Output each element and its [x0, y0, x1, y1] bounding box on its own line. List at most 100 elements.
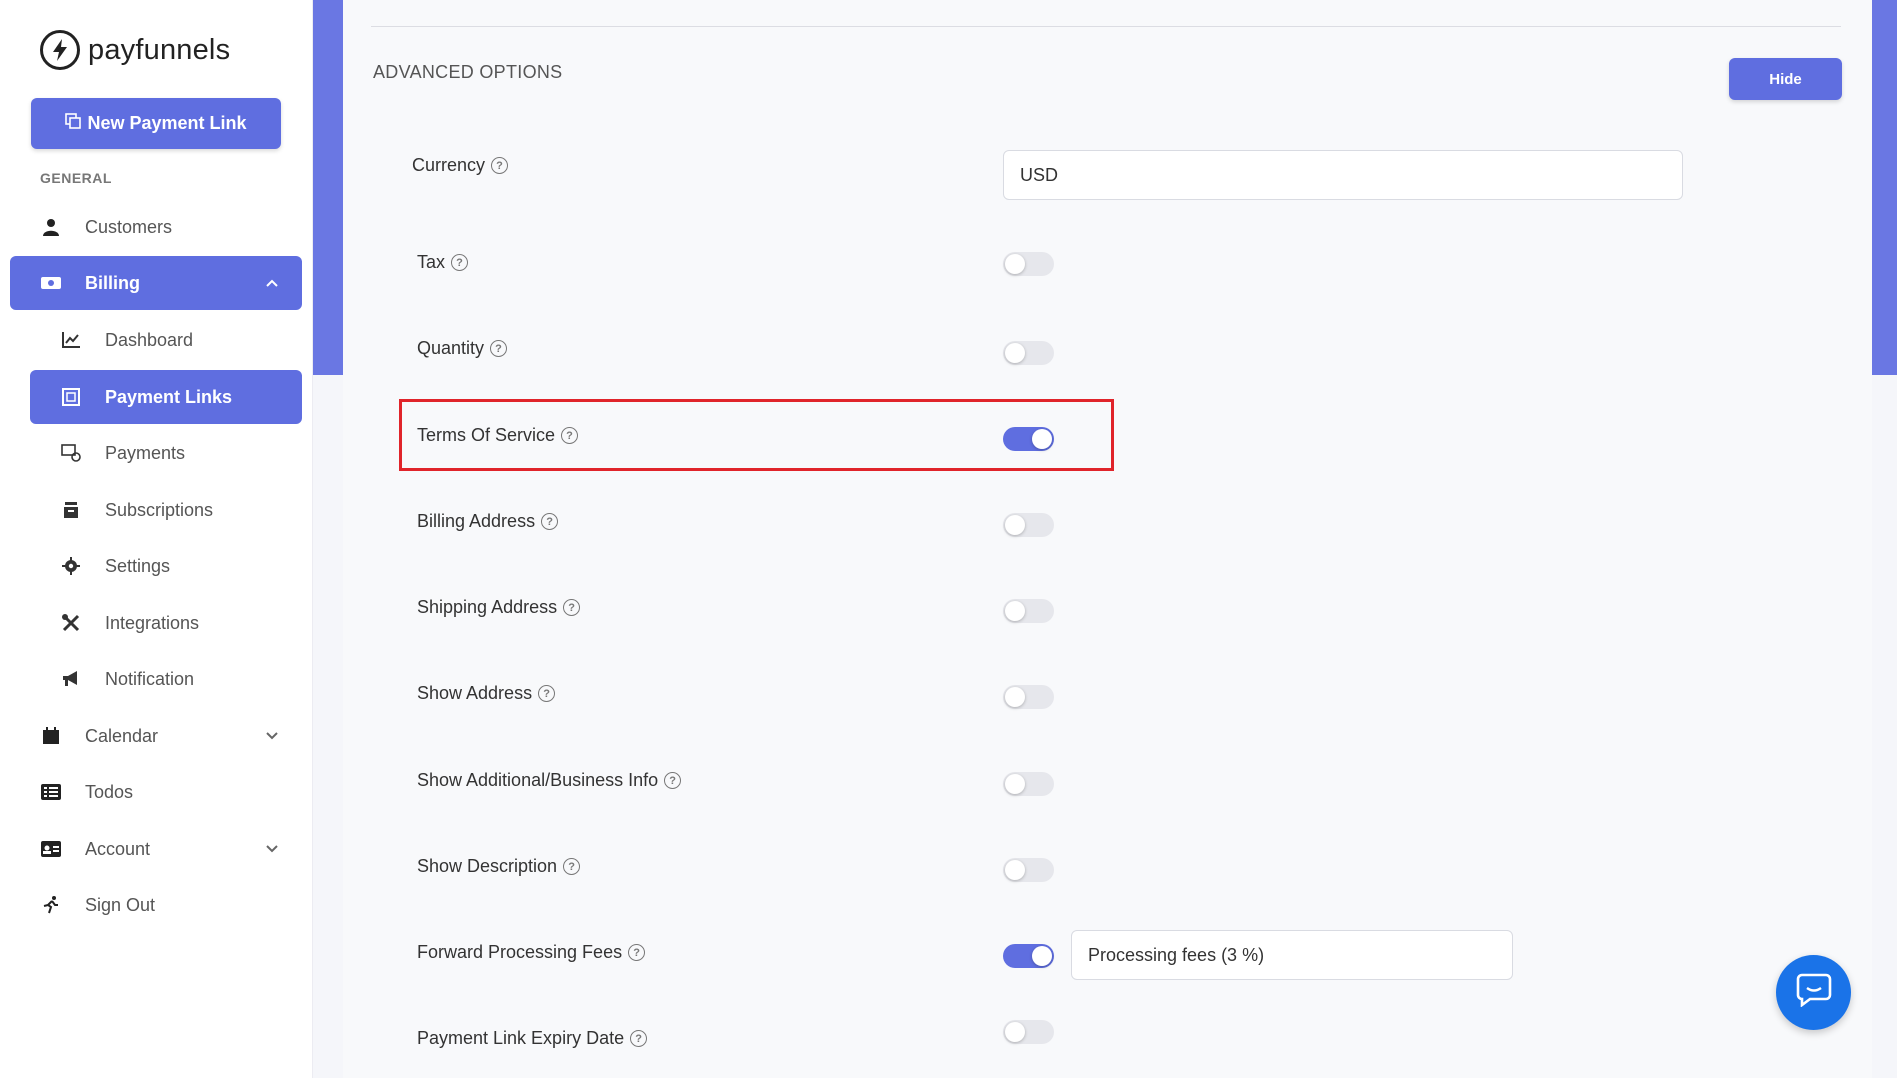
show-description-toggle[interactable]: [1003, 858, 1054, 882]
sidebar-item-label: Calendar: [85, 725, 159, 746]
help-circle-icon[interactable]: ?: [490, 340, 508, 357]
forward-processing-fees-label-text: Forward Processing Fees: [417, 942, 623, 962]
copy-icon: [65, 113, 82, 134]
highlight-box: [399, 399, 1114, 471]
help-circle-icon[interactable]: ?: [541, 513, 559, 530]
help-circle-icon[interactable]: ?: [491, 157, 509, 174]
sidebar-item-label: Payments: [105, 442, 186, 463]
id-card-icon: [40, 838, 62, 860]
payment-link-expiry-date-label: Payment Link Expiry Date ?: [417, 1028, 648, 1049]
payment-link-expiry-date-label-text: Payment Link Expiry Date: [417, 1028, 625, 1048]
user-icon: [40, 216, 62, 238]
sidebar: payfunnels New Payment Link GENERAL Cust…: [0, 0, 313, 1078]
forward-processing-fees-label: Forward Processing Fees ?: [417, 942, 646, 963]
sidebar-item-settings[interactable]: Settings: [30, 539, 302, 593]
tools-icon: [60, 612, 82, 634]
tax-label: Tax ?: [417, 252, 469, 273]
sidebar-item-label: Sign Out: [85, 894, 156, 915]
sidebar-item-integrations[interactable]: Integrations: [30, 596, 302, 650]
billing-address-label: Billing Address ?: [417, 511, 559, 532]
sidebar-item-payments[interactable]: Payments: [30, 426, 302, 480]
currency-value: USD: [1020, 164, 1059, 185]
toggle-knob: [1005, 601, 1025, 621]
sidebar-item-label: Settings: [105, 555, 171, 576]
advanced-options-panel: ADVANCED OPTIONS Hide Currency ? USD Tax…: [343, 0, 1872, 1078]
sidebar-item-subscriptions[interactable]: Subscriptions: [30, 483, 302, 537]
toggle-knob: [1005, 343, 1025, 363]
toggle-knob: [1005, 254, 1025, 274]
toggle-knob: [1005, 860, 1025, 880]
show-description-label-text: Show Description: [417, 856, 558, 876]
chat-support-button[interactable]: [1776, 955, 1851, 1030]
sidebar-item-label: Integrations: [105, 612, 200, 633]
megaphone-icon: [60, 668, 82, 690]
help-circle-icon[interactable]: ?: [563, 858, 581, 875]
sidebar-item-label: Billing: [85, 272, 140, 293]
currency-label-text: Currency: [412, 155, 486, 175]
currency-input[interactable]: USD: [1003, 150, 1683, 200]
tax-label-text: Tax: [417, 252, 446, 272]
sidebar-item-label: Payment Links: [105, 386, 233, 407]
sidebar-item-label: Dashboard: [105, 329, 194, 350]
link-box-icon: [60, 386, 82, 408]
gear-icon: [60, 555, 82, 577]
payment-link-expiry-date-toggle[interactable]: [1003, 1020, 1054, 1044]
quantity-toggle[interactable]: [1003, 341, 1054, 365]
section-label-general: GENERAL: [40, 170, 112, 186]
sidebar-item-sign-out[interactable]: Sign Out: [10, 878, 302, 932]
sidebar-item-dashboard[interactable]: Dashboard: [30, 313, 302, 367]
sidebar-item-label: Subscriptions: [105, 499, 214, 520]
help-circle-icon[interactable]: ?: [628, 944, 646, 961]
tax-toggle[interactable]: [1003, 252, 1054, 276]
new-payment-link-label: New Payment Link: [87, 113, 247, 133]
header-band-left: [313, 0, 343, 375]
help-circle-icon[interactable]: ?: [664, 772, 682, 789]
shipping-address-toggle[interactable]: [1003, 599, 1054, 623]
help-circle-icon[interactable]: ?: [563, 599, 581, 616]
quantity-label-text: Quantity: [417, 338, 485, 358]
currency-label: Currency ?: [412, 155, 509, 176]
divider: [371, 26, 1841, 27]
quantity-label: Quantity ?: [417, 338, 508, 359]
new-payment-link-button[interactable]: New Payment Link: [31, 98, 281, 149]
sidebar-item-label: Notification: [105, 668, 195, 689]
show-additional-info-toggle[interactable]: [1003, 772, 1054, 796]
sidebar-item-label: Account: [85, 838, 151, 859]
show-address-label: Show Address ?: [417, 683, 556, 704]
help-circle-icon[interactable]: ?: [451, 254, 469, 271]
sidebar-item-customers[interactable]: Customers: [10, 200, 302, 254]
toggle-knob: [1005, 774, 1025, 794]
section-title: ADVANCED OPTIONS: [373, 62, 563, 82]
toggle-knob: [1032, 946, 1052, 966]
running-person-icon: [40, 894, 62, 916]
show-additional-info-label-text: Show Additional/Business Info: [417, 770, 659, 790]
toggle-knob: [1005, 515, 1025, 535]
header-band-right: [1872, 0, 1897, 375]
chart-line-icon: [60, 329, 82, 351]
sidebar-item-account[interactable]: Account: [10, 822, 302, 876]
show-address-label-text: Show Address: [417, 683, 533, 703]
sidebar-item-label: Todos: [85, 781, 134, 802]
sidebar-item-notification[interactable]: Notification: [30, 652, 302, 706]
show-additional-info-label: Show Additional/Business Info ?: [417, 770, 682, 791]
hide-button[interactable]: Hide: [1729, 58, 1842, 100]
forward-processing-fees-toggle[interactable]: [1003, 944, 1054, 968]
sidebar-item-calendar[interactable]: Calendar: [10, 709, 302, 763]
toggle-knob: [1005, 687, 1025, 707]
archive-icon: [60, 499, 82, 521]
help-circle-icon[interactable]: ?: [630, 1030, 648, 1047]
toggle-knob: [1005, 1022, 1025, 1042]
lightning-bolt-icon: [40, 30, 80, 70]
billing-address-toggle[interactable]: [1003, 513, 1054, 537]
sidebar-item-payment-links[interactable]: Payment Links: [30, 370, 302, 424]
sidebar-item-todos[interactable]: Todos: [10, 765, 302, 819]
show-address-toggle[interactable]: [1003, 685, 1054, 709]
list-icon: [40, 781, 62, 803]
processing-fees-input[interactable]: Processing fees (3 %): [1071, 930, 1513, 980]
chat-bubble-icon: [1796, 973, 1832, 1012]
chevron-up-icon: [264, 275, 280, 291]
help-circle-icon[interactable]: ?: [538, 685, 556, 702]
sidebar-item-billing[interactable]: Billing: [10, 256, 302, 310]
billing-address-label-text: Billing Address: [417, 511, 536, 531]
brand-logo[interactable]: payfunnels: [40, 30, 230, 70]
